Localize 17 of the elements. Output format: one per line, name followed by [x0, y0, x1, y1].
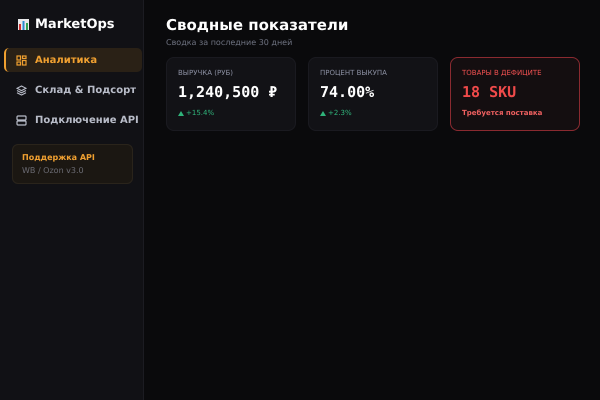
server-icon — [16, 114, 27, 126]
page-title: Сводные показатели — [166, 16, 350, 34]
up-triangle-icon — [320, 110, 326, 116]
brand-name: MarketOps — [35, 16, 115, 32]
metric-value: 1,240,500 ₽ — [178, 83, 278, 101]
nav-item[interactable]: Аналитика — [4, 48, 142, 72]
support-title: Поддержка API — [22, 153, 96, 162]
metric-value: 74.00% — [320, 83, 376, 101]
nav-item[interactable]: Подключение API — [4, 108, 142, 132]
support-subtitle: WB / Ozon v3.0 — [22, 166, 85, 175]
up-triangle-icon — [178, 110, 184, 116]
alert-value: 18 SKU — [462, 83, 518, 101]
page-subtitle: Сводка за последние 30 дней — [166, 38, 294, 47]
layers-icon — [16, 84, 27, 96]
nav-item[interactable]: Склад & Подсорт — [4, 78, 142, 102]
bar-chart-icon — [18, 18, 29, 30]
grid-icon — [16, 54, 27, 66]
